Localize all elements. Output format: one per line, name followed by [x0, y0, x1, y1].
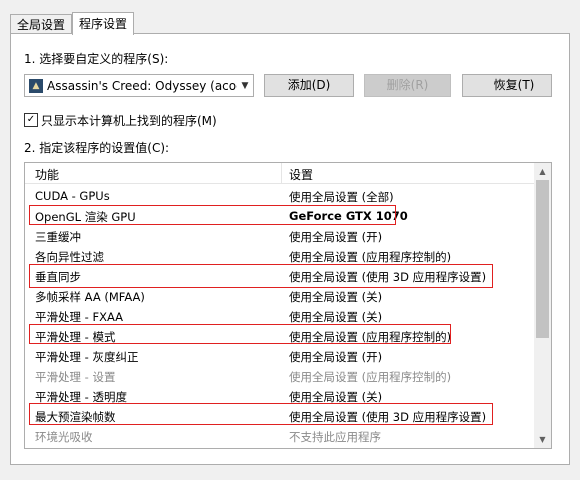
- app-icon: ▲: [29, 78, 43, 93]
- row-setting: 使用全局设置 (关): [289, 290, 383, 304]
- tab-global-settings[interactable]: 全局设置: [10, 14, 73, 35]
- row-feature: 最大预渲染帧数: [35, 410, 116, 424]
- row-feature: 多帧采样 AA (MFAA): [35, 290, 145, 304]
- table-row[interactable]: 多帧采样 AA (MFAA) 使用全局设置 (关): [25, 287, 535, 306]
- row-feature: 垂直同步: [35, 270, 81, 284]
- show-local-programs-label: 只显示本计算机上找到的程序(M): [41, 114, 217, 128]
- vertical-scrollbar[interactable]: ▲ ▼: [534, 163, 551, 448]
- row-setting: GeForce GTX 1070: [289, 209, 408, 223]
- row-setting: 使用全局设置 (关): [289, 390, 383, 404]
- table-row[interactable]: CUDA - GPUs 使用全局设置 (全部): [25, 187, 535, 206]
- table-row[interactable]: 最大预渲染帧数 使用全局设置 (使用 3D 应用程序设置): [25, 407, 535, 426]
- header-divider[interactable]: [281, 163, 282, 183]
- row-feature: 平滑处理 - 设置: [35, 370, 116, 384]
- table-row[interactable]: 平滑处理 - FXAA 使用全局设置 (关): [25, 307, 535, 326]
- row-feature: OpenGL 渲染 GPU: [35, 210, 136, 224]
- table-row[interactable]: 三重缓冲 使用全局设置 (开): [25, 227, 535, 246]
- table-row[interactable]: 平滑处理 - 设置 使用全局设置 (应用程序控制的): [25, 367, 535, 386]
- row-setting: 不支持此应用程序: [289, 430, 381, 444]
- row-setting: 使用全局设置 (开): [289, 230, 383, 244]
- header-setting[interactable]: 设置: [289, 166, 313, 183]
- row-setting: 使用全局设置 (应用程序控制的): [289, 370, 452, 384]
- row-setting: 使用全局设置 (使用 3D 应用程序设置): [289, 410, 487, 424]
- table-row[interactable]: 平滑处理 - 模式 使用全局设置 (应用程序控制的): [25, 327, 535, 346]
- row-feature: CUDA - GPUs: [35, 189, 110, 203]
- table-row[interactable]: 平滑处理 - 透明度 使用全局设置 (关): [25, 387, 535, 406]
- program-select-value: Assassin's Creed: Odyssey (acod...: [47, 78, 237, 93]
- row-feature: 平滑处理 - FXAA: [35, 310, 124, 324]
- row-feature: 平滑处理 - 模式: [35, 330, 116, 344]
- tab-bar: 全局设置 程序设置: [10, 12, 135, 35]
- grid-header: 功能 设置: [25, 163, 535, 184]
- remove-button[interactable]: 删除(R): [364, 74, 451, 97]
- step1-label: 1. 选择要自定义的程序(S):: [24, 52, 169, 66]
- scroll-up-icon[interactable]: ▲: [534, 163, 551, 180]
- tab-program-settings[interactable]: 程序设置: [72, 12, 135, 35]
- row-setting: 使用全局设置 (开): [289, 350, 383, 364]
- scrollbar-thumb[interactable]: [536, 180, 549, 338]
- table-row[interactable]: OpenGL 渲染 GPU GeForce GTX 1070: [25, 207, 535, 226]
- table-row[interactable]: 各向异性过滤 使用全局设置 (应用程序控制的): [25, 247, 535, 266]
- show-local-programs-checkbox[interactable]: ✓: [24, 113, 38, 127]
- table-row[interactable]: 垂直同步 使用全局设置 (使用 3D 应用程序设置): [25, 267, 535, 286]
- program-select[interactable]: ▲ Assassin's Creed: Odyssey (acod... ▼: [24, 74, 254, 97]
- row-setting: 使用全局设置 (全部): [289, 190, 394, 204]
- table-row[interactable]: 环境光吸收 不支持此应用程序: [25, 427, 535, 446]
- row-feature: 平滑处理 - 透明度: [35, 390, 127, 404]
- row-setting: 使用全局设置 (应用程序控制的): [289, 330, 452, 344]
- row-setting: 使用全局设置 (应用程序控制的): [289, 250, 452, 264]
- step2-label: 2. 指定该程序的设置值(C):: [24, 141, 170, 155]
- table-row[interactable]: 平滑处理 - 灰度纠正 使用全局设置 (开): [25, 347, 535, 366]
- row-feature: 平滑处理 - 灰度纠正: [35, 350, 139, 364]
- header-feature[interactable]: 功能: [35, 166, 59, 183]
- row-setting: 使用全局设置 (关): [289, 310, 383, 324]
- restore-button[interactable]: 恢复(T): [462, 74, 552, 97]
- row-setting: 使用全局设置 (使用 3D 应用程序设置): [289, 270, 487, 284]
- chevron-down-icon[interactable]: ▼: [237, 81, 253, 91]
- settings-grid: 功能 设置 CUDA - GPUs 使用全局设置 (全部) OpenGL 渲染 …: [24, 162, 552, 449]
- add-button[interactable]: 添加(D): [264, 74, 354, 97]
- row-feature: 三重缓冲: [35, 230, 81, 244]
- scroll-down-icon[interactable]: ▼: [534, 431, 551, 448]
- row-feature: 环境光吸收: [35, 430, 93, 444]
- row-feature: 各向异性过滤: [35, 250, 104, 264]
